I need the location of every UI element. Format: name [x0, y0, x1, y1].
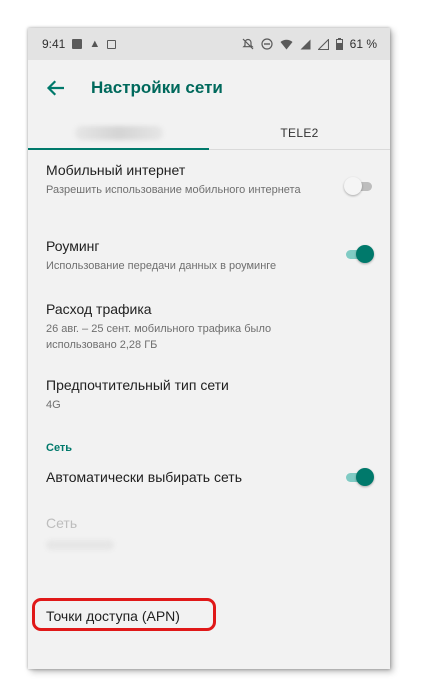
network-type-subtitle: 4G: [46, 399, 61, 411]
battery-level: 61 %: [349, 37, 377, 51]
network-type-title: Предпочтительный тип сети: [46, 377, 229, 393]
app2-icon: [107, 39, 117, 49]
tab-sim-1[interactable]: [28, 116, 209, 150]
data-usage-setting[interactable]: Расход трафика 26 авг. – 25 сент. мобиль…: [46, 300, 336, 353]
image-icon: [72, 39, 83, 49]
page-title: Настройки сети: [91, 78, 223, 97]
tab-indicator: [28, 148, 209, 150]
mobile-data-subtitle: Разрешить использование мобильного интер…: [46, 184, 301, 196]
network-title: Сеть: [46, 515, 78, 531]
mobile-data-title: Мобильный интернет: [46, 162, 186, 178]
status-bar: 9:41 ▲ 61 %: [28, 28, 390, 60]
status-time: 9:41: [42, 37, 66, 51]
roaming-toggle[interactable]: [346, 243, 374, 265]
network-section-header: Сеть: [46, 442, 73, 454]
auto-select-toggle[interactable]: [346, 466, 374, 488]
mobile-data-setting[interactable]: Мобильный интернет Разрешить использован…: [46, 161, 336, 198]
blurred-carrier-name: [74, 125, 163, 140]
dnd-icon: [261, 38, 273, 50]
data-usage-subtitle: 26 авг. – 25 сент. мобильного трафика бы…: [46, 323, 272, 351]
app-bar: Настройки сети: [28, 60, 390, 116]
battery-icon: [335, 38, 343, 50]
roaming-title: Роуминг: [46, 238, 100, 254]
auto-select-title: Автоматически выбирать сеть: [46, 469, 242, 485]
signal2-icon: [317, 38, 329, 50]
tab-sim-2[interactable]: TELE2: [209, 116, 390, 149]
phone-screen: 9:41 ▲ 61 % Настройки сети TELE2 Мобильн…: [28, 28, 390, 669]
auto-select-network-setting[interactable]: Автоматически выбирать сеть: [46, 468, 336, 486]
app-icon: ▲: [89, 38, 101, 50]
network-setting: Сеть: [46, 514, 336, 550]
network-type-setting[interactable]: Предпочтительный тип сети 4G: [46, 376, 336, 413]
apn-highlight-frame: [32, 598, 216, 631]
mobile-data-toggle[interactable]: [344, 175, 372, 197]
blurred-network-name: [46, 540, 114, 550]
roaming-subtitle: Использование передачи данных в роуминге: [46, 260, 277, 272]
data-usage-title: Расход трафика: [46, 301, 152, 317]
mute-icon: [241, 38, 254, 50]
wifi-icon: [280, 39, 293, 49]
tab-label: TELE2: [280, 125, 319, 140]
signal-icon: [300, 39, 311, 49]
roaming-setting[interactable]: Роуминг Использование передачи данных в …: [46, 237, 336, 274]
sim-tabs: TELE2: [28, 116, 390, 150]
arrow-back-icon: [46, 80, 64, 96]
back-button[interactable]: [41, 74, 69, 102]
